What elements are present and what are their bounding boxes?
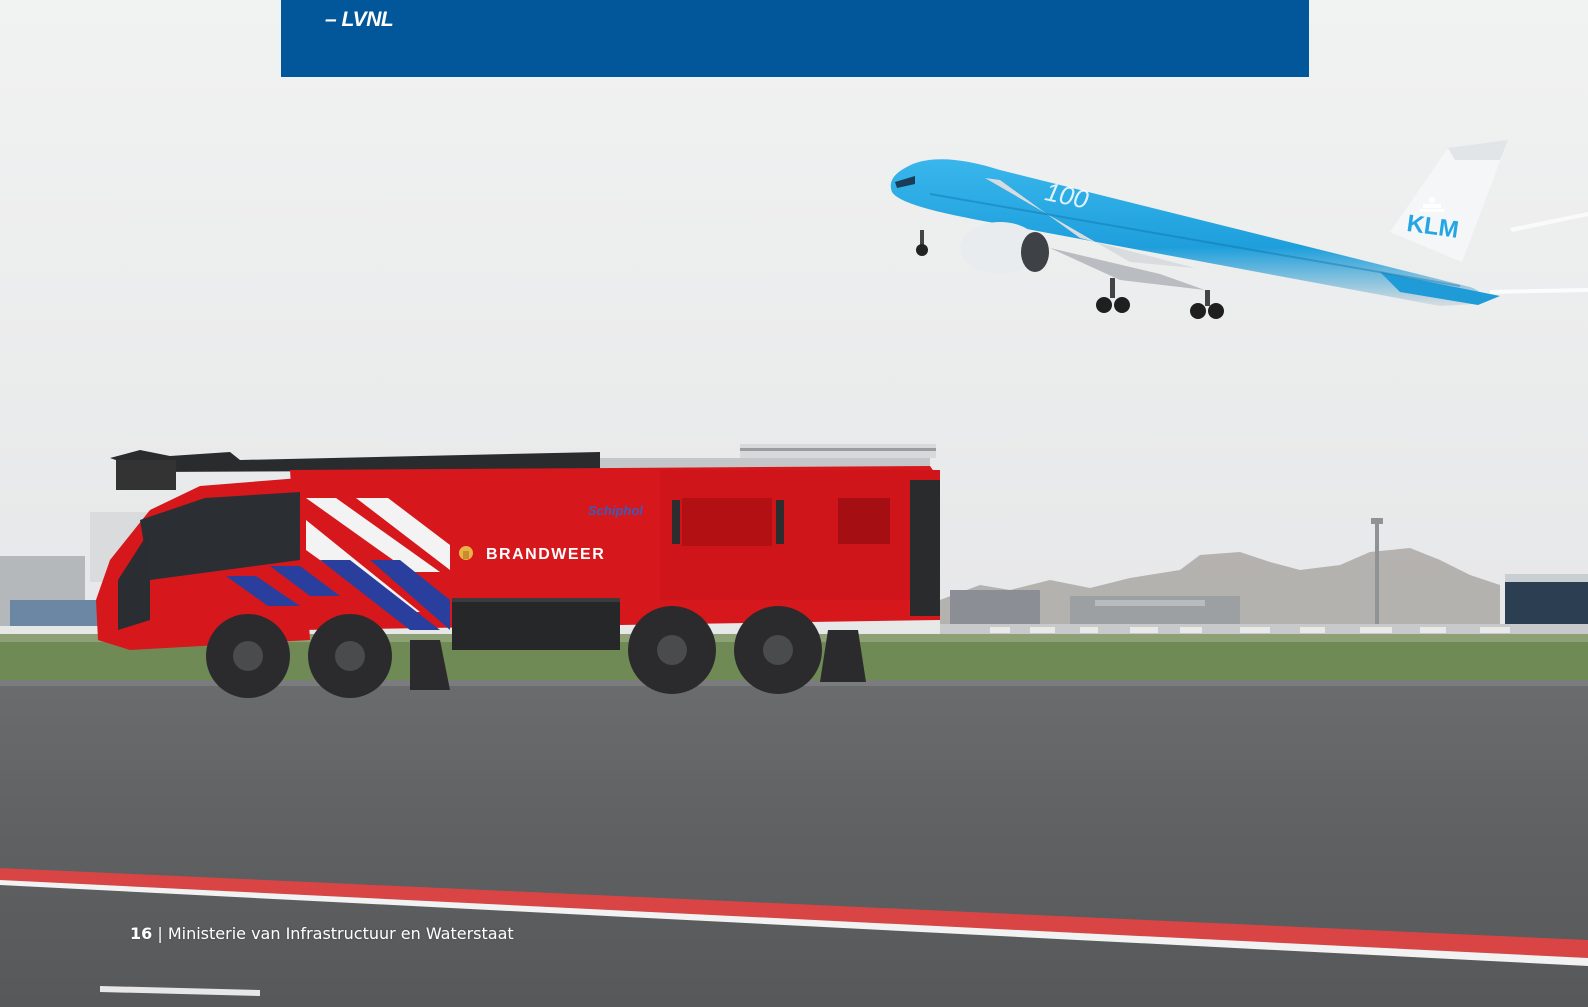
truck-brandweer-lettering: BRANDWEER bbox=[486, 546, 605, 563]
footer-publisher: Ministerie van Infrastructuur en Waterst… bbox=[167, 924, 514, 943]
page-number: 16 bbox=[130, 924, 153, 943]
footer-separator: | bbox=[152, 924, 168, 943]
truck-schiphol-badge: Schiphol bbox=[588, 503, 643, 518]
quote-source: – LVNL bbox=[325, 8, 394, 31]
airport-photo: 100 KLM BRANDWEER Schiphol bbox=[0, 0, 1588, 1007]
document-page: 100 KLM BRANDWEER Schiphol – LVNL 16 | M… bbox=[0, 0, 1588, 1007]
quote-box: – LVNL bbox=[281, 0, 1309, 77]
brandweer-emblem-icon bbox=[459, 546, 473, 560]
page-footer: 16 | Ministerie van Infrastructuur en Wa… bbox=[130, 924, 514, 943]
